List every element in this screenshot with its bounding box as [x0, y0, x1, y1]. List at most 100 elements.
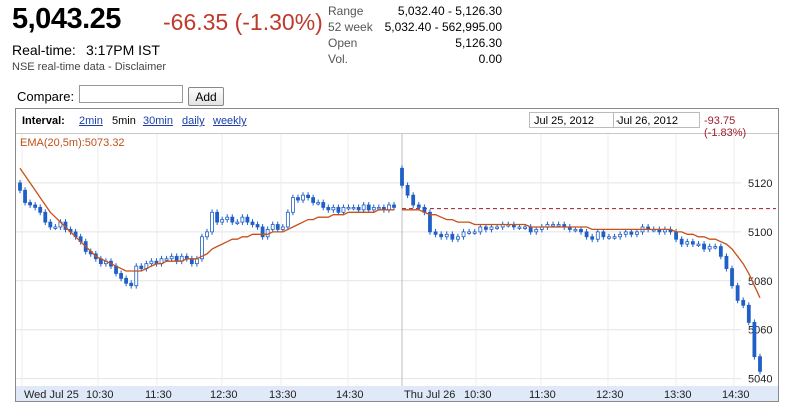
- candle-body: [336, 206, 341, 213]
- candle-body: [301, 194, 305, 201]
- candle-body: [174, 255, 179, 262]
- candle-body: [285, 211, 290, 228]
- ema-line-day2: [402, 209, 761, 299]
- candle-body: [741, 299, 746, 306]
- candle-body: [595, 231, 600, 240]
- add-button[interactable]: Add: [188, 87, 224, 106]
- candle-body: [169, 255, 174, 260]
- candle-body: [326, 206, 331, 211]
- realtime-label: Real-time:: [12, 42, 76, 58]
- candle-body: [311, 197, 316, 203]
- realtime-time: 3:17PM IST: [86, 42, 160, 58]
- candle-body: [366, 204, 371, 211]
- candle-body: [618, 233, 623, 238]
- candle-body: [551, 224, 555, 227]
- stat-52week-label: 52 week: [328, 20, 373, 34]
- x-tick-label: 14:30: [722, 389, 750, 401]
- interval-30min[interactable]: 30min: [143, 115, 173, 127]
- candle-body: [270, 224, 275, 230]
- candle-body: [702, 243, 706, 250]
- candle-body: [43, 211, 48, 223]
- y-tick-label: 5060: [748, 325, 772, 337]
- candle-body: [590, 236, 595, 240]
- candle-body: [18, 182, 22, 191]
- candle-body: [215, 211, 220, 223]
- candle-body: [467, 231, 472, 234]
- stat-open-value: 5,126.30: [455, 36, 502, 50]
- y-tick-label: 5040: [748, 374, 772, 386]
- candle-body: [316, 202, 321, 205]
- candle-body: [33, 204, 38, 208]
- ema-label: EMA(20,5m):5073.32: [20, 137, 125, 149]
- interval-5min[interactable]: 5min: [112, 115, 136, 127]
- candle-body: [230, 216, 235, 223]
- compare-label: Compare:: [17, 89, 75, 104]
- stat-range-value: 5,032.40 - 5,126.30: [397, 4, 502, 18]
- candle-body: [573, 229, 578, 232]
- candle-body: [124, 277, 129, 284]
- candle-body: [601, 231, 606, 238]
- candle-body: [400, 167, 404, 186]
- candle-body: [48, 221, 53, 228]
- candle-body: [484, 226, 488, 230]
- candle-body: [456, 236, 460, 240]
- candle-body: [119, 273, 123, 279]
- candle-body: [189, 258, 194, 265]
- x-tick-label: 12:30: [596, 389, 624, 401]
- candle-body: [255, 224, 260, 228]
- x-tick-label: 11:30: [529, 389, 556, 401]
- candle-body: [341, 206, 346, 213]
- x-tick-label: 10:30: [464, 389, 492, 401]
- candle-body: [612, 236, 617, 239]
- y-tick-label: 5080: [748, 276, 772, 288]
- interval-daily[interactable]: daily: [182, 115, 205, 127]
- price-change: -66.35 (-1.30%): [163, 9, 323, 35]
- candle-body: [361, 204, 366, 211]
- source-note[interactable]: NSE real-time data - Disclaimer: [12, 61, 166, 73]
- date-to-input[interactable]: Jul 26, 2012: [614, 112, 700, 128]
- candle-body: [260, 226, 265, 238]
- x-tick-label: 10:30: [86, 389, 114, 401]
- candle-body: [164, 258, 169, 261]
- candle-body: [746, 304, 751, 323]
- candle-body: [240, 216, 245, 223]
- candle-body: [250, 221, 255, 225]
- candle-body: [416, 204, 421, 208]
- candle-body: [584, 231, 589, 238]
- candle-body: [752, 321, 757, 358]
- candle-body: [629, 231, 634, 235]
- candle-body: [194, 258, 199, 265]
- candle-body: [346, 206, 351, 210]
- compare-input[interactable]: [79, 85, 183, 103]
- candle-body: [53, 226, 58, 229]
- candle-body: [38, 206, 43, 213]
- candle-body: [376, 206, 381, 210]
- candle-body: [489, 226, 494, 230]
- candle-body: [129, 282, 134, 287]
- candle-body: [478, 226, 483, 233]
- x-tick-label: 13:30: [664, 389, 692, 401]
- candle-body: [306, 194, 310, 199]
- price-chart[interactable]: 5040 5060 5080 5100 5120 Wed Jul 25 10:30 11:30…: [16, 134, 778, 401]
- date-from-input[interactable]: Jul 25, 2012: [529, 112, 614, 128]
- ema-line-day1: [19, 167, 394, 272]
- stat-range-label: Range: [328, 4, 364, 18]
- candle-body: [280, 226, 285, 230]
- candle-body: [674, 231, 678, 240]
- x-tick-label: Wed Jul 25: [24, 389, 79, 401]
- candle-body: [495, 226, 499, 229]
- candle-body: [225, 216, 230, 221]
- candle-body: [291, 197, 295, 213]
- candle-body: [149, 260, 154, 265]
- interval-2min[interactable]: 2min: [79, 115, 103, 127]
- interval-weekly[interactable]: weekly: [213, 115, 247, 127]
- candle-body: [331, 206, 336, 211]
- candle-body: [461, 231, 466, 238]
- x-tick-label: 14:30: [336, 389, 364, 401]
- candle-body: [713, 246, 718, 249]
- candle-body: [696, 243, 701, 246]
- candle-body: [635, 231, 639, 235]
- candle-body: [205, 231, 209, 238]
- candle-body: [523, 226, 527, 229]
- stat-open-label: Open: [328, 36, 358, 50]
